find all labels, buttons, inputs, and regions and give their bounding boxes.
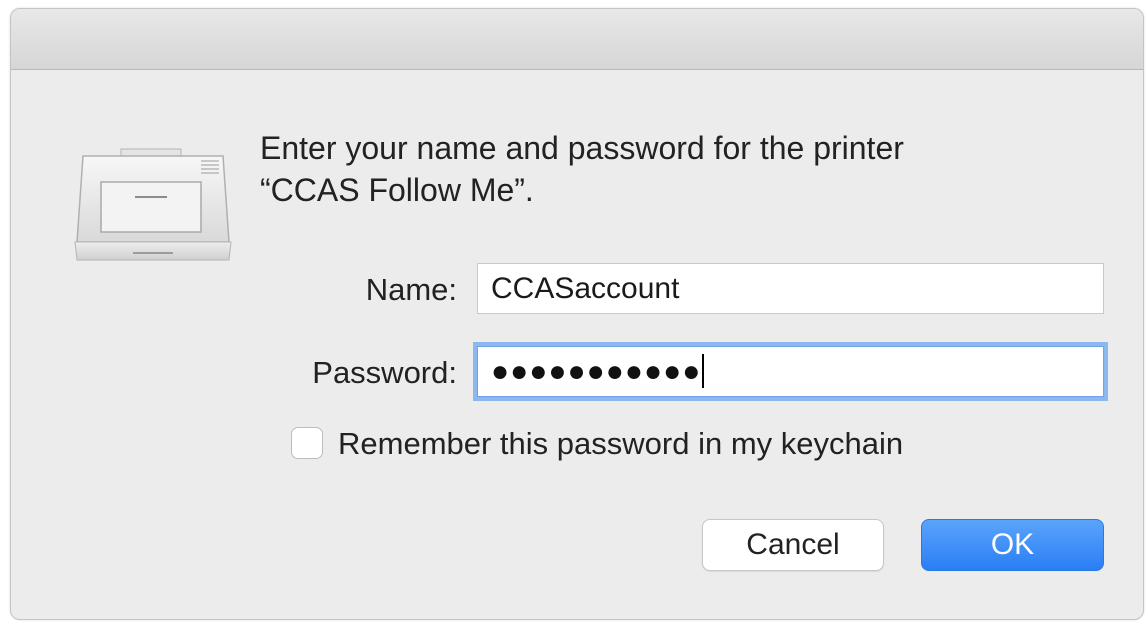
login-dialog: Enter your name and password for the pri…: [10, 8, 1144, 620]
ok-button[interactable]: OK: [921, 519, 1104, 571]
message-line-2: “CCAS Follow Me”.: [260, 172, 534, 208]
remember-checkbox[interactable]: [291, 427, 323, 459]
name-label: Name:: [365, 272, 457, 307]
remember-checkbox-label[interactable]: Remember this password in my keychain: [338, 426, 903, 462]
password-label: Password:: [312, 355, 457, 390]
password-field[interactable]: ●●●●●●●●●●●: [477, 346, 1104, 397]
password-masked-value: ●●●●●●●●●●●: [491, 355, 702, 388]
message-line-1: Enter your name and password for the pri…: [260, 130, 904, 166]
name-value: CCASaccount: [491, 272, 680, 305]
printer-icon: [73, 142, 233, 266]
text-caret: [702, 354, 705, 389]
name-field[interactable]: CCASaccount: [477, 263, 1104, 314]
cancel-button[interactable]: Cancel: [702, 519, 884, 571]
title-bar[interactable]: [11, 9, 1143, 70]
dialog-message: Enter your name and password for the pri…: [260, 127, 1120, 211]
